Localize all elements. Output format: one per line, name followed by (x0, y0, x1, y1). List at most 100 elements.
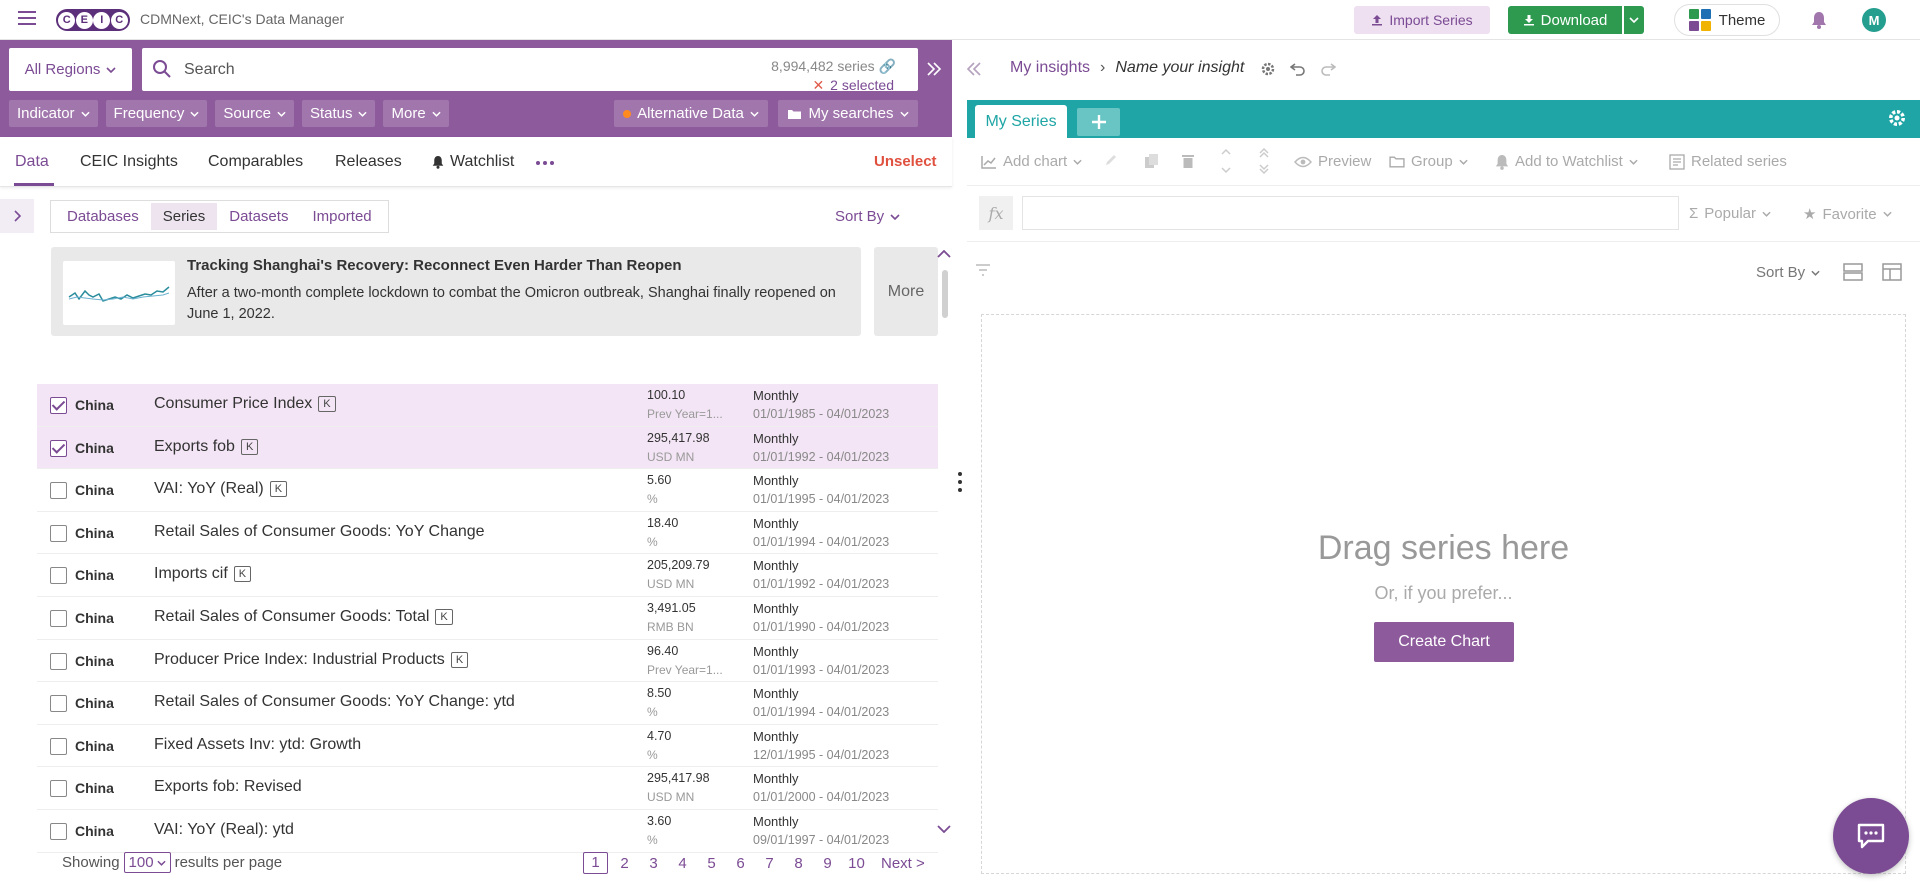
tab-my-series[interactable]: My Series (975, 105, 1067, 138)
chevron-up-icon[interactable] (937, 250, 951, 258)
per-page-select[interactable]: 100 (123, 852, 171, 873)
scrollbar-thumb[interactable] (942, 270, 948, 318)
row-series-name[interactable]: Exports fob: Revised (154, 778, 302, 796)
favorite-functions-dropdown[interactable]: ★ Favorite (1803, 205, 1892, 223)
page-link[interactable]: 2 (612, 855, 637, 872)
gear-icon[interactable] (1887, 108, 1907, 128)
row-series-name[interactable]: Producer Price Index: Industrial Product… (154, 651, 469, 669)
panel-divider[interactable] (957, 40, 965, 885)
table-row[interactable]: China Exports fob: Revised 295,417.98 USD M… (37, 767, 938, 810)
collapse-left-icon[interactable] (966, 62, 982, 76)
row-series-name[interactable]: Retail Sales of Consumer Goods: YoY Chan… (154, 523, 485, 541)
row-checkbox[interactable] (50, 780, 67, 798)
row-series-name[interactable]: VAI: YoY (Real) K (154, 480, 288, 498)
formula-input[interactable] (1022, 196, 1679, 230)
tab-watchlist[interactable]: Watchlist (432, 153, 514, 171)
row-checkbox[interactable] (50, 737, 67, 755)
tab-ceic-insights[interactable]: CEIC Insights (80, 153, 178, 171)
resize-handle-icon[interactable] (958, 472, 962, 492)
subtab-datasets[interactable]: Datasets (217, 203, 300, 230)
subtab-imported[interactable]: Imported (300, 203, 383, 230)
table-row[interactable]: China Producer Price Index: Industrial Pr… (37, 640, 938, 683)
page-link[interactable]: 9 (815, 855, 840, 872)
add-chart-button[interactable]: Add chart (981, 153, 1082, 170)
redo-icon[interactable] (1320, 62, 1336, 76)
create-chart-button[interactable]: Create Chart (1374, 622, 1514, 662)
download-options-button[interactable] (1624, 6, 1644, 34)
edit-icon[interactable] (1104, 153, 1118, 167)
page-link[interactable]: 6 (728, 855, 753, 872)
unselect-button[interactable]: Unselect (874, 153, 937, 170)
table-row[interactable]: China VAI: YoY (Real): ytd 3.60% Monthly 09/… (37, 810, 938, 853)
chevron-down-icon[interactable] (937, 825, 951, 833)
import-series-button[interactable]: Import Series (1354, 6, 1490, 34)
subtab-series[interactable]: Series (150, 203, 218, 230)
tab-comparables[interactable]: Comparables (208, 153, 303, 171)
related-series-button[interactable]: Related series (1669, 153, 1787, 170)
insight-card[interactable]: Tracking Shanghai's Recovery: Reconnect … (51, 247, 861, 336)
copy-icon[interactable] (1144, 153, 1160, 169)
move-top-bottom-icon[interactable] (1259, 148, 1269, 174)
table-row[interactable]: China Retail Sales of Consumer Goods: YoY… (37, 512, 938, 555)
breadcrumb-my-insights[interactable]: My insights (1010, 59, 1090, 77)
table-row[interactable]: China Consumer Price Index K 100.10 Prev Yea… (37, 384, 938, 427)
row-series-name[interactable]: Imports cif K (154, 565, 252, 583)
notifications-bell-icon[interactable] (1811, 11, 1827, 29)
table-row[interactable]: China Fixed Assets Inv: ytd: Growth 4.70% M… (37, 725, 938, 768)
expand-sidebar-button[interactable] (0, 199, 34, 233)
page-link[interactable]: 4 (670, 855, 695, 872)
search-box[interactable]: Search 8,994,482 series 🔗 ✕ 2 selected (142, 48, 918, 94)
add-tab-button[interactable] (1077, 108, 1120, 136)
row-series-name[interactable]: Fixed Assets Inv: ytd: Growth (154, 736, 361, 754)
selected-count[interactable]: ✕ 2 selected (812, 77, 894, 94)
clear-selection-icon[interactable]: ✕ (812, 77, 824, 93)
tab-releases[interactable]: Releases (335, 153, 402, 171)
row-series-name[interactable]: Exports fob K (154, 438, 259, 456)
my-searches-button[interactable]: My searches (778, 100, 918, 127)
ceic-logo[interactable]: C E I C (56, 9, 130, 31)
row-checkbox[interactable] (50, 695, 67, 713)
page-link[interactable]: 1 (583, 852, 608, 874)
list-view-icon[interactable] (1843, 263, 1863, 281)
undo-icon[interactable] (1290, 62, 1306, 76)
table-row[interactable]: China Imports cif K 205,209.79 USD MN Monthly… (37, 554, 938, 597)
preview-button[interactable]: Preview (1294, 153, 1371, 170)
sort-by-dropdown[interactable]: Sort By (835, 208, 900, 225)
filter-more[interactable]: More (383, 100, 449, 127)
row-series-name[interactable]: VAI: YoY (Real): ytd (154, 821, 294, 839)
filter-alternative-data[interactable]: Alternative Data (614, 100, 768, 127)
more-tabs-icon[interactable] (536, 161, 554, 165)
series-drop-zone[interactable]: Drag series here Or, if you prefer... Cr… (981, 314, 1906, 874)
page-link[interactable]: 3 (641, 855, 666, 872)
sort-by-dropdown[interactable]: Sort By (1756, 264, 1820, 281)
add-to-watchlist-button[interactable]: Add to Watchlist (1495, 153, 1638, 170)
page-link[interactable]: 10 (844, 855, 869, 872)
theme-button[interactable]: Theme (1674, 4, 1780, 36)
row-series-name[interactable]: Retail Sales of Consumer Goods: Total K (154, 608, 453, 626)
menu-icon[interactable] (18, 11, 36, 25)
table-view-icon[interactable] (1882, 263, 1902, 281)
table-row[interactable]: China Exports fob K 295,417.98 USD MN Monthly… (37, 426, 938, 470)
page-link[interactable]: 5 (699, 855, 724, 872)
subtab-databases[interactable]: Databases (55, 203, 151, 230)
page-link[interactable]: 7 (757, 855, 782, 872)
filter-status[interactable]: Status (301, 100, 376, 127)
filter-source[interactable]: Source (215, 100, 294, 127)
row-checkbox[interactable] (50, 397, 67, 414)
insight-title[interactable]: Tracking Shanghai's Recovery: Reconnect … (187, 257, 682, 274)
region-selector[interactable]: All Regions (9, 48, 132, 91)
filter-icon[interactable] (975, 264, 991, 276)
row-series-name[interactable]: Retail Sales of Consumer Goods: YoY Chan… (154, 693, 515, 711)
trash-icon[interactable] (1181, 153, 1195, 169)
row-checkbox[interactable] (50, 609, 67, 627)
row-checkbox[interactable] (50, 524, 67, 542)
row-checkbox[interactable] (50, 439, 67, 457)
popular-functions-dropdown[interactable]: Σ Popular (1689, 205, 1771, 222)
user-avatar[interactable]: M (1862, 8, 1886, 32)
more-insights-button[interactable]: More (874, 247, 938, 336)
table-row[interactable]: China Retail Sales of Consumer Goods: YoY… (37, 682, 938, 725)
table-row[interactable]: China Retail Sales of Consumer Goods: Tot… (37, 597, 938, 640)
move-up-down-icon[interactable] (1221, 148, 1231, 174)
download-button[interactable]: Download (1508, 6, 1622, 34)
chat-button[interactable] (1833, 798, 1909, 874)
